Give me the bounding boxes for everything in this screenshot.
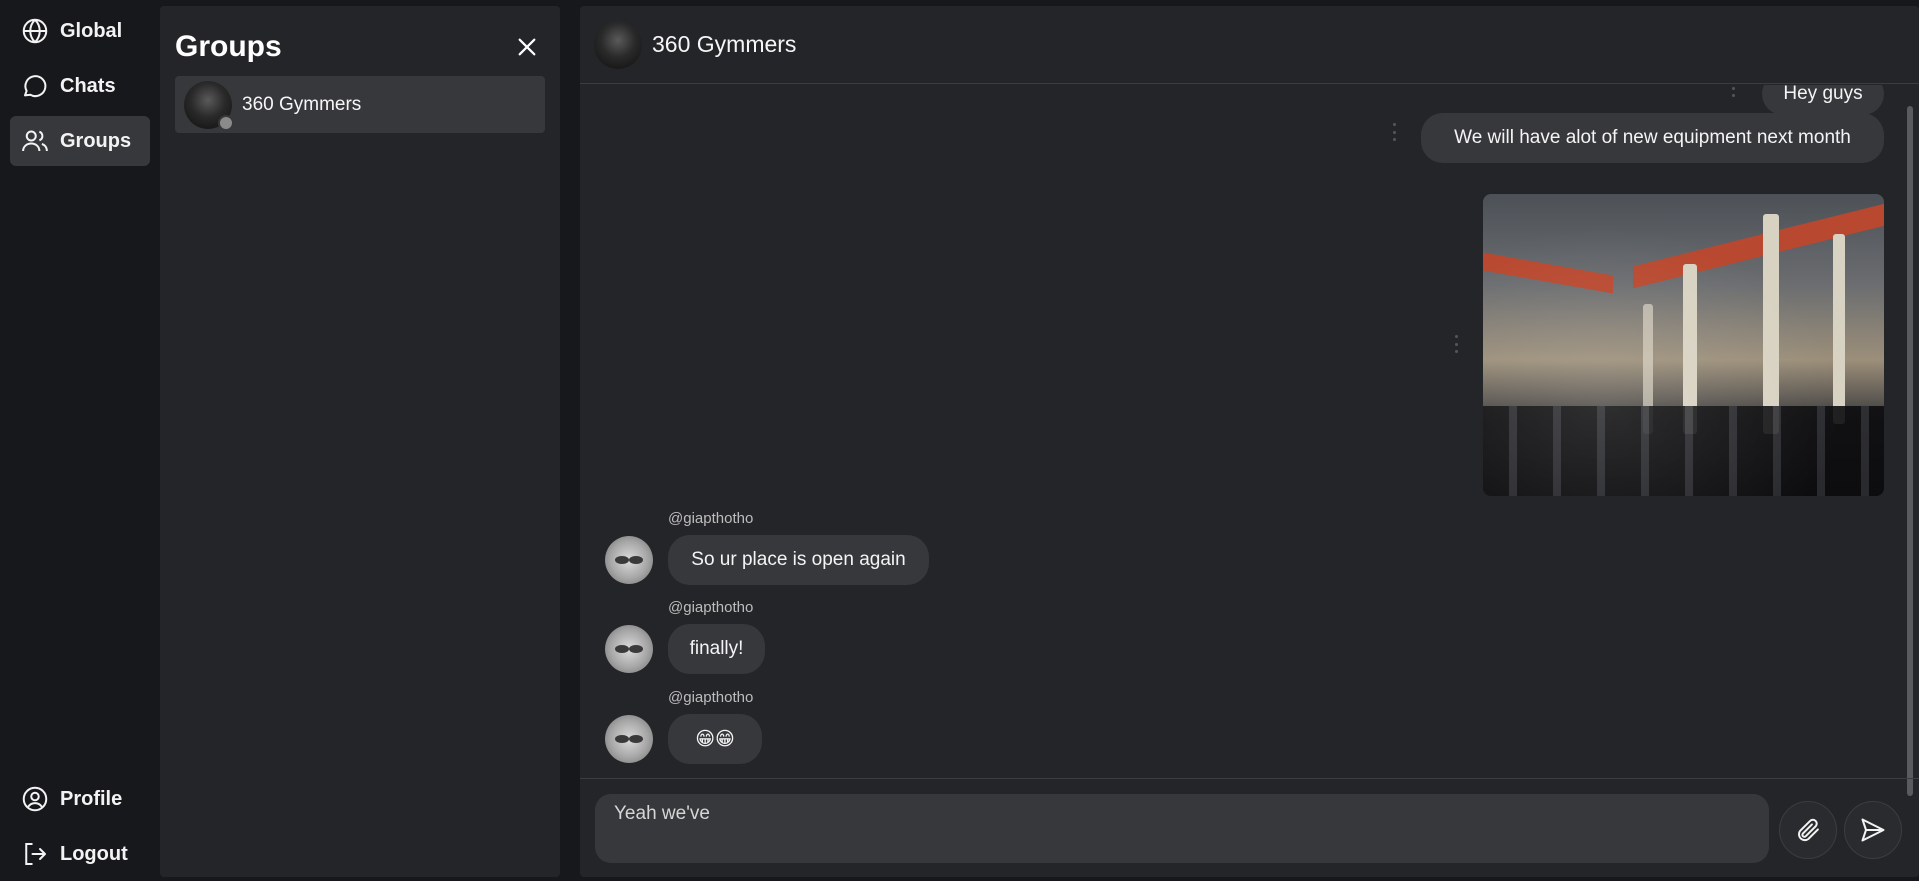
chat-header: 360 Gymmers xyxy=(580,6,1919,84)
logout-icon xyxy=(25,843,46,865)
user-circle-icon xyxy=(22,786,48,812)
message-image[interactable] xyxy=(1483,194,1884,496)
user-avatar[interactable] xyxy=(605,625,653,673)
nav-item-groups[interactable]: Groups xyxy=(10,116,150,166)
paperclip-icon xyxy=(1798,818,1819,842)
sender-name: @giapthotho xyxy=(668,510,754,527)
divider xyxy=(580,778,1919,779)
send-icon xyxy=(1861,818,1885,842)
chat-bubble-icon xyxy=(24,75,47,98)
nav-item-profile[interactable]: Profile xyxy=(10,774,150,824)
chat-title: 360 Gymmers xyxy=(652,31,797,57)
nav-item-chats[interactable]: Chats xyxy=(10,61,150,111)
message-menu-button[interactable] xyxy=(1453,335,1459,353)
nav-label: Profile xyxy=(60,787,123,810)
incoming-message: So ur place is open again xyxy=(668,535,929,585)
group-name: 360 Gymmers xyxy=(242,93,362,115)
nav-label: Logout xyxy=(60,842,128,865)
nav-item-logout[interactable]: Logout xyxy=(10,829,150,879)
groups-panel: Groups 360 Gymmers xyxy=(160,6,560,877)
group-avatar xyxy=(184,80,234,131)
message-input[interactable]: Yeah we've xyxy=(595,794,1769,863)
incoming-message: finally! xyxy=(668,624,765,674)
nav-label: Chats xyxy=(60,74,116,97)
status-dot xyxy=(218,114,234,131)
nav-label: Groups xyxy=(60,129,132,152)
user-avatar[interactable] xyxy=(605,536,653,584)
message-list: Hey guys We will have alot of new equipm… xyxy=(580,85,1919,778)
outgoing-message: We will have alot of new equipment next … xyxy=(1421,113,1884,163)
attach-button[interactable] xyxy=(1779,801,1837,859)
message-menu-button[interactable] xyxy=(1391,123,1397,141)
incoming-message: 😁😁 xyxy=(668,714,762,764)
send-button[interactable] xyxy=(1844,801,1902,859)
group-list-item[interactable]: 360 Gymmers xyxy=(175,76,545,133)
message-scrollbar[interactable] xyxy=(1907,106,1913,796)
nav-label: Global xyxy=(60,19,123,42)
users-icon xyxy=(22,130,48,152)
group-avatar xyxy=(594,20,642,69)
globe-icon xyxy=(22,18,48,44)
user-avatar[interactable] xyxy=(605,715,653,763)
app-window: Global Chats Groups Profile Logout Group… xyxy=(0,0,1919,881)
main-nav: Global Chats Groups Profile Logout xyxy=(0,0,160,881)
sender-name: @giapthotho xyxy=(668,599,754,616)
close-icon xyxy=(518,38,536,56)
sender-name: @giapthotho xyxy=(668,689,754,706)
close-panel-button[interactable] xyxy=(510,30,544,64)
groups-title: Groups xyxy=(175,30,282,63)
nav-item-global[interactable]: Global xyxy=(10,6,150,56)
message-menu-button[interactable] xyxy=(1730,85,1736,97)
outgoing-message: Hey guys xyxy=(1762,85,1884,115)
chat-panel: 360 Gymmers Hey guys We will have alot o… xyxy=(580,6,1919,877)
